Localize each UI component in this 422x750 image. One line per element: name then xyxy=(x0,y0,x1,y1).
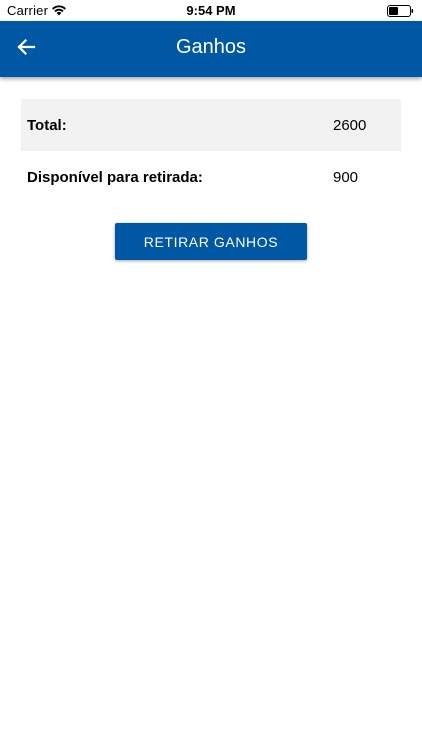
battery-icon xyxy=(387,4,414,17)
withdraw-earnings-button[interactable]: RETIRAR GANHOS xyxy=(115,223,307,260)
page-title: Ganhos xyxy=(175,36,247,58)
available-row: Disponível para retirada: 900 xyxy=(21,151,401,203)
app-bar: Ganhos xyxy=(0,21,422,77)
available-label: Disponível para retirada: xyxy=(27,168,203,186)
total-label: Total: xyxy=(27,116,67,134)
status-time: 9:54 PM xyxy=(186,3,236,18)
status-bar: Carrier 9:54 PM xyxy=(0,0,422,21)
total-row: Total: 2600 xyxy=(21,99,401,151)
earnings-table: Total: 2600 Disponível para retirada: 90… xyxy=(21,99,401,203)
available-value: 900 xyxy=(333,168,359,186)
total-value: 2600 xyxy=(333,116,367,134)
